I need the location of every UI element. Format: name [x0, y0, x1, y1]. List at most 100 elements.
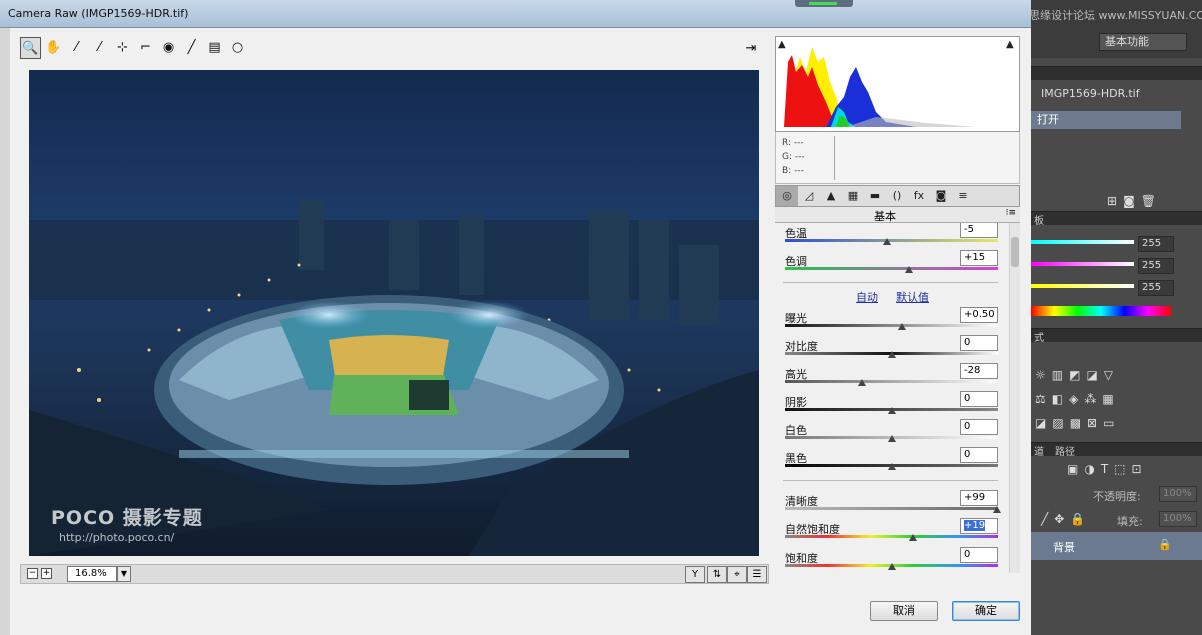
highlight-clipping-button[interactable]: ▲ [1006, 39, 1017, 50]
slider-value-field[interactable]: +99 [960, 490, 998, 506]
before-after-button[interactable]: Y [685, 566, 705, 583]
smart-filter-icon[interactable]: ⊡ [1132, 462, 1142, 476]
adjustment-filter-icon[interactable]: ◑ [1084, 462, 1094, 476]
lock-all-icon[interactable]: 🔒 [1070, 512, 1085, 526]
slider-shadows[interactable]: 阴影 0 [783, 391, 998, 422]
tab-channels[interactable]: 道 [1034, 443, 1044, 458]
tab-lens[interactable]: () [886, 186, 908, 206]
lock-pixels-icon[interactable]: ╱ [1041, 512, 1048, 526]
slider-value-field[interactable]: +0.50 [960, 307, 998, 323]
color-value[interactable]: 255 [1138, 280, 1174, 296]
slider-value-field[interactable]: 0 [960, 547, 998, 563]
slider-value-field[interactable]: -5 [960, 223, 998, 238]
slider-temperature[interactable]: 色温 -5 [783, 223, 998, 253]
zoom-in-button[interactable]: + [41, 568, 52, 579]
image-preview[interactable]: POCO 摄影专题 http://photo.poco.cn/ [29, 70, 759, 556]
tab-hsl[interactable]: ▦ [842, 186, 864, 206]
trash-icon[interactable]: 🗑 [1141, 194, 1156, 208]
slider-thumb[interactable] [908, 534, 917, 541]
slider-thumb[interactable] [883, 238, 892, 245]
cyan-slider[interactable] [1031, 240, 1134, 244]
slider-clarity[interactable]: 清晰度 +99 [783, 490, 1001, 521]
slider-track[interactable] [785, 267, 998, 270]
default-link[interactable]: 默认值 [896, 289, 929, 305]
cancel-button[interactable]: 取消 [870, 601, 938, 621]
layer-background[interactable]: 背景 🔒 [1031, 532, 1202, 560]
swap-settings-button[interactable]: ⇅ [707, 566, 727, 583]
slider-track[interactable] [785, 507, 998, 510]
zoom-out-button[interactable]: − [27, 568, 38, 579]
tab-paths[interactable]: 路径 [1055, 443, 1075, 458]
panel-scrollbar[interactable] [1009, 223, 1020, 573]
shape-filter-icon[interactable]: ⬚ [1114, 462, 1125, 476]
shadow-clipping-button[interactable]: ▲ [778, 39, 789, 50]
vibrance-icon[interactable]: ▽ [1104, 368, 1113, 382]
exposure-icon[interactable]: ◪ [1086, 368, 1097, 382]
white-balance-tool[interactable]: ⁄ [66, 37, 87, 59]
panel-menu-button[interactable]: ⁝≡ [1006, 208, 1016, 218]
slider-thumb[interactable] [887, 351, 896, 358]
slider-thumb[interactable] [887, 563, 896, 570]
title-bar[interactable]: Camera Raw (IMGP1569-HDR.tif) [0, 0, 1031, 28]
slider-thumb[interactable] [887, 435, 896, 442]
invert-icon[interactable]: ◪ [1035, 416, 1046, 430]
color-spectrum[interactable] [1031, 306, 1171, 316]
auto-link[interactable]: 自动 [856, 289, 878, 305]
tab-effects[interactable]: fx [908, 186, 930, 206]
slider-value-field[interactable]: 0 [960, 335, 998, 351]
color-sampler-tool[interactable]: ⁄ [89, 37, 110, 59]
threshold-icon[interactable]: ▩ [1070, 416, 1081, 430]
slider-contrast[interactable]: 对比度 0 [783, 335, 998, 366]
crop-tool[interactable]: ⌐ [135, 37, 156, 59]
slider-tint[interactable]: 色调 +15 [783, 250, 998, 281]
slider-highlights[interactable]: 高光 -28 [783, 363, 998, 394]
color-value[interactable]: 255 [1138, 258, 1174, 274]
slider-value-field[interactable]: +15 [960, 250, 998, 266]
fill-field[interactable]: 100% [1159, 511, 1197, 527]
yellow-slider[interactable] [1031, 284, 1134, 288]
slider-value-field[interactable]: +19 [960, 518, 998, 534]
channel-mixer-icon[interactable]: ⁂ [1084, 392, 1096, 406]
image-filter-icon[interactable]: ▣ [1067, 462, 1078, 476]
slider-value-field[interactable]: 0 [960, 419, 998, 435]
new-document-icon[interactable]: ⊞ [1107, 194, 1117, 208]
tab-camera-calibration[interactable]: ◙ [930, 186, 952, 206]
zoom-dropdown[interactable]: ▼ [117, 566, 131, 582]
zoom-level-field[interactable]: 16.8% [67, 566, 117, 582]
posterize-icon[interactable]: ▨ [1052, 416, 1063, 430]
workspace-select[interactable]: 基本功能 [1099, 33, 1187, 51]
slider-track[interactable] [785, 239, 998, 242]
slider-thumb[interactable] [887, 407, 896, 414]
slider-value-field[interactable]: -28 [960, 363, 998, 379]
brightness-icon[interactable]: ☼ [1035, 368, 1046, 382]
zoom-tool[interactable]: 🔍 [20, 37, 41, 59]
slider-thumb[interactable] [857, 379, 866, 386]
slider-thumb[interactable] [898, 323, 907, 330]
type-filter-icon[interactable]: T [1101, 462, 1108, 476]
scrollbar-thumb[interactable] [1011, 237, 1019, 267]
slider-blacks[interactable]: 黑色 0 [783, 447, 998, 478]
preview-preferences-button[interactable]: ☰ [747, 566, 767, 583]
camera-icon[interactable]: ◙ [1123, 194, 1135, 208]
history-step-open[interactable]: 打开 [1031, 111, 1181, 129]
brush-tool[interactable]: ╱ [181, 37, 202, 59]
slider-value-field[interactable]: 0 [960, 447, 998, 463]
magenta-slider[interactable] [1031, 262, 1134, 266]
slider-track[interactable] [785, 535, 998, 538]
lookup-icon[interactable]: ▦ [1102, 392, 1113, 406]
tab-basic[interactable]: ◎ [776, 186, 798, 206]
copy-settings-button[interactable]: ⌖ [727, 566, 747, 583]
slider-value-field[interactable]: 0 [960, 391, 998, 407]
history-snapshot[interactable]: IMGP1569-HDR.tif [1041, 87, 1140, 100]
lock-position-icon[interactable]: ✥ [1054, 512, 1064, 526]
tab-presets[interactable]: ≡ [952, 186, 974, 206]
slider-vibrance[interactable]: 自然饱和度 +19 [783, 518, 998, 549]
radial-filter-tool[interactable]: ○ [227, 37, 248, 59]
levels-icon[interactable]: ▥ [1052, 368, 1063, 382]
tab-detail[interactable]: ▲ [820, 186, 842, 206]
slider-thumb[interactable] [904, 266, 913, 273]
target-adjust-tool[interactable]: ⊹ [112, 37, 133, 59]
slider-track[interactable] [785, 380, 998, 383]
ok-button[interactable]: 确定 [952, 601, 1020, 621]
redeye-tool[interactable]: ◉ [158, 37, 179, 59]
